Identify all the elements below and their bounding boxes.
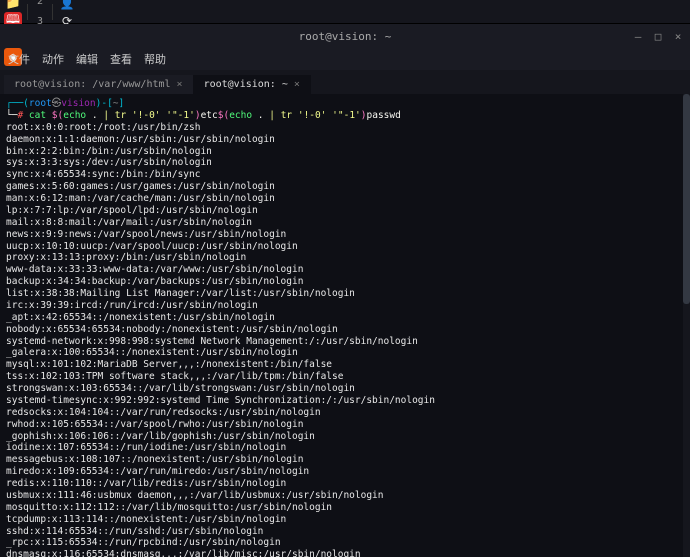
terminal-tabbar: root@vision: /var/www/html×root@vision: … <box>0 70 690 94</box>
menu-help[interactable]: 帮助 <box>144 51 166 67</box>
scrollbar[interactable] <box>683 94 690 557</box>
terminal-tab-1[interactable]: root@vision: ~ × <box>194 75 311 94</box>
taskbar-separator <box>52 4 53 20</box>
menu-edit[interactable]: 编辑 <box>76 51 98 67</box>
taskbar-separator <box>27 4 28 20</box>
tab-close-icon[interactable]: × <box>294 79 300 90</box>
menu-file[interactable]: 文件 <box>8 51 30 67</box>
terminal-viewport[interactable]: ┌──(root㉿vision)-[~] └─# cat $(echo . | … <box>0 94 690 557</box>
scroll-thumb[interactable] <box>683 94 690 304</box>
menu-actions[interactable]: 动作 <box>42 51 64 67</box>
terminal-tab-0[interactable]: root@vision: /var/www/html × <box>4 75 194 94</box>
menu-view[interactable]: 查看 <box>110 51 132 67</box>
window-titlebar[interactable]: root@vision: ~ – □ × <box>0 24 690 48</box>
window-title: root@vision: ~ <box>299 30 392 43</box>
menubar: 文件 动作 编辑 查看 帮助 <box>0 48 690 70</box>
tray-user[interactable]: 👤 <box>58 0 76 12</box>
workspace-2[interactable]: 2 <box>33 0 47 12</box>
taskbar: ⎈▣📁🕮🦊◉ 1234 👤⟳ <box>0 0 690 24</box>
window-maximize-button[interactable]: □ <box>652 30 664 42</box>
tab-close-icon[interactable]: × <box>177 79 183 90</box>
window-minimize-button[interactable]: – <box>632 30 644 42</box>
tab-label: root@vision: ~ <box>204 79 288 90</box>
window-close-button[interactable]: × <box>672 30 684 42</box>
tab-label: root@vision: /var/www/html <box>14 79 171 90</box>
